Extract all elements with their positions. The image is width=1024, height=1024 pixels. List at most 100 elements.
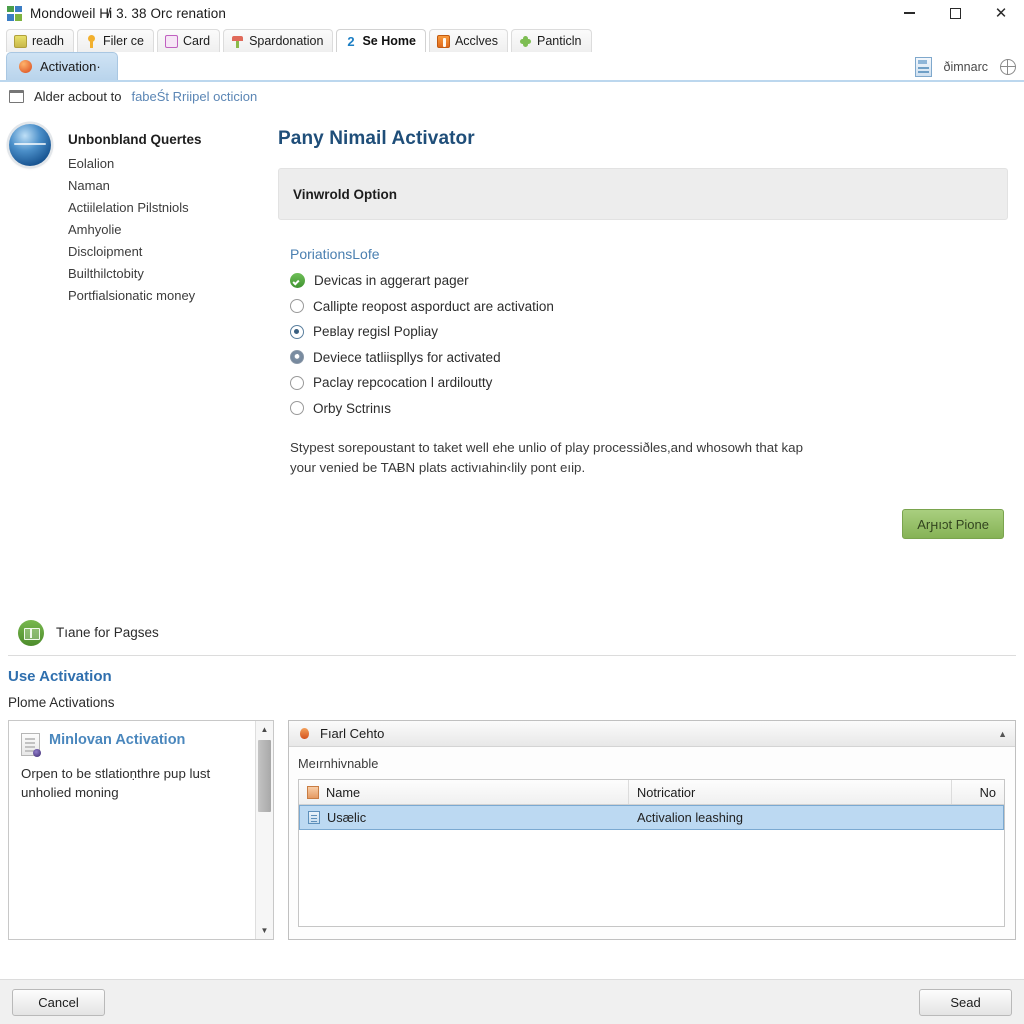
record-icon [308,811,320,824]
minimize-button[interactable] [886,0,932,26]
ribbon-tab-acclves[interactable]: Acclves [428,29,509,52]
sidebar-item-discloipment[interactable]: Discloipment [68,240,272,262]
option-bar: Vinwrold Option [278,168,1008,220]
column-header-name[interactable]: Name [299,780,629,804]
sidebar-item-amhyolie[interactable]: Amhyolie [68,218,272,240]
notification-text: Alder acbout to [34,88,122,104]
window-title: Mondoweil H̸i 3. 38 Orc renation [30,5,226,21]
flame-icon [298,727,312,741]
sidebar-item-builthilctobity[interactable]: Builthilctobity [68,262,272,284]
key-icon [85,34,98,48]
firefox-orb-icon [19,60,32,73]
column-header-notification[interactable]: Notricatior [629,780,952,804]
send-button[interactable]: Sead [919,988,1012,1016]
cancel-button[interactable]: Cancel [12,988,105,1016]
radio-button-icon[interactable] [290,375,304,390]
option-row-6[interactable]: Orby Sctrinıs [290,401,1008,416]
nav-list: Unbonbland Quertes Eolalion Naman Actiil… [68,132,272,306]
ribbon-tab-se-home[interactable]: 2 Se Home [336,29,426,52]
radio-button-selected-icon[interactable] [290,324,304,339]
minlovan-activation-panel: Minlovan Activation Orpen to be stlation… [8,720,274,940]
table-row[interactable]: Usælic Activalion leashing [299,805,1004,830]
option-bar-label: Vinwrold Option [293,186,397,202]
option-row-4[interactable]: Deviece tatliispllys for activated [290,350,1008,365]
blue-orb-icon [9,124,51,166]
ribbon-tab-card[interactable]: Card [156,29,221,52]
title-bar: Mondoweil H̸i 3. 38 Orc renation ✕ [0,0,1024,26]
umbrella-icon [231,35,244,48]
option-label: Deviece tatliispllys for activated [313,349,501,365]
document-icon[interactable] [914,57,932,77]
fiarl-cehto-body: Meırnhivnable Name Notricatior No Usælic… [289,747,1015,927]
ribbon-tab-label: Se Home [362,34,416,48]
left-navigation: Unbonbland Quertes Eolalion Naman Actiil… [0,110,272,610]
number-two-icon: 2 [347,33,355,49]
option-label: Devicas in aggerart pager [314,273,469,288]
ribbon-tab-label: Panticln [537,34,582,48]
use-activation-heading: Use Activation [8,668,112,685]
option-label: Callipte reopost asporduct are activatio… [313,298,554,314]
green-board-icon [18,619,44,646]
option-label: Orby Sctrinıs [313,400,392,416]
scrollbar-thumb[interactable] [258,740,271,812]
ribbon-tab-label: Spardonation [249,34,324,48]
content-area: Unbonbland Quertes Eolalion Naman Actiil… [0,110,1024,610]
notification-link[interactable]: fabeŚt Rriipel octicion [131,89,257,104]
doc-row-tools: ðimnarс [914,57,1016,77]
close-button[interactable]: ✕ [978,0,1024,26]
column-header-no[interactable]: No [952,780,1004,804]
name-column-icon [307,785,319,799]
app-grid-logo-icon [7,5,22,21]
use-activation-subheading: Plome Activations [8,695,115,710]
sidebar-item-portfialsionatic[interactable]: Portfialsionatic money [68,284,272,306]
transfer-label: Tıane for Pagses [56,625,159,640]
ribbon-tab-panticln[interactable]: Panticln [511,29,592,52]
ribbon-tab-label: readh [32,34,64,48]
radio-button-icon[interactable] [290,401,304,415]
minlovan-text: Orpen to be stlatioṇthre pup lust unhol… [21,766,211,801]
option-row-3[interactable]: Peʙlay regisl Popliay [290,324,1008,339]
radio-button-icon[interactable] [290,299,304,313]
minlovan-title[interactable]: Minlovan Activation [49,732,185,749]
cell-name: Usælic [299,805,629,830]
card-icon [164,34,178,48]
check-circle-icon [290,273,305,288]
activation-grid: Name Notricatior No Usælic Activalion le… [298,779,1005,927]
transfer-row[interactable]: Tıane for Pagses [8,610,1016,656]
minimize-icon [903,12,915,14]
chevron-up-icon[interactable]: ▲ [998,729,1007,739]
grid-subheading: Meırnhivnable [298,756,379,771]
cell-no [952,805,1004,830]
fiarl-cehto-panel: Fıarl Cehto ▲ Meırnhivnable Name Notrica… [288,720,1016,940]
maximize-button[interactable] [932,0,978,26]
ribbon-tab-bar: readh Filer ce Card Spardonation 2 Se Ho… [0,26,1024,52]
sidebar-item-naman[interactable]: Naman [68,174,272,196]
option-row-5[interactable]: Paclay repcocation l ardiloutty [290,375,1008,390]
fiarl-cehto-header[interactable]: Fıarl Cehto ▲ [289,721,1015,747]
scrollbar-track[interactable] [256,738,273,922]
left-panel-scrollbar[interactable]: ▲ ▼ [255,721,273,939]
use-activation-section: Use Activation Plome Activations [0,656,1024,710]
main-panel: Pany Nimail Activator Vinwrold Option Po… [272,110,1024,610]
ribbon-tab-spardonation[interactable]: Spardonation [223,29,334,52]
tab-activation[interactable]: Activation· [6,52,118,80]
option-row-1[interactable]: Devicas in aggerart pager [290,273,1008,288]
cell-notification: Activalion leashing [629,805,952,830]
sidebar-item-eolalion[interactable]: Eolalion [68,152,272,174]
nav-heading: Unbonbland Quertes [68,132,202,147]
ribbon-tab-fierce[interactable]: Filer ce [76,29,154,52]
globe-icon[interactable] [999,58,1016,75]
minlovan-title-row: Minlovan Activation [21,732,245,757]
options-heading: PoriationsLofe [290,246,380,262]
grid-header-row: Name Notricatior No [299,780,1004,805]
scroll-up-arrow-icon[interactable]: ▲ [256,721,273,738]
minlovan-panel-body: Minlovan Activation Orpen to be stlation… [9,721,255,939]
ribbon-tab-readh[interactable]: readh [6,29,74,52]
maximize-icon [949,7,961,19]
apply-button[interactable]: Arԩıɔt Pione [902,508,1004,539]
option-row-2[interactable]: Callipte reopost asporduct are activatio… [290,299,1008,314]
sidebar-item-activelation[interactable]: Actiilelation Pilstniols [68,196,272,218]
radio-button-partial-icon[interactable] [290,350,304,364]
scroll-down-arrow-icon[interactable]: ▼ [256,922,273,939]
option-label: Paclay repcocation l ardiloutty [313,375,493,390]
